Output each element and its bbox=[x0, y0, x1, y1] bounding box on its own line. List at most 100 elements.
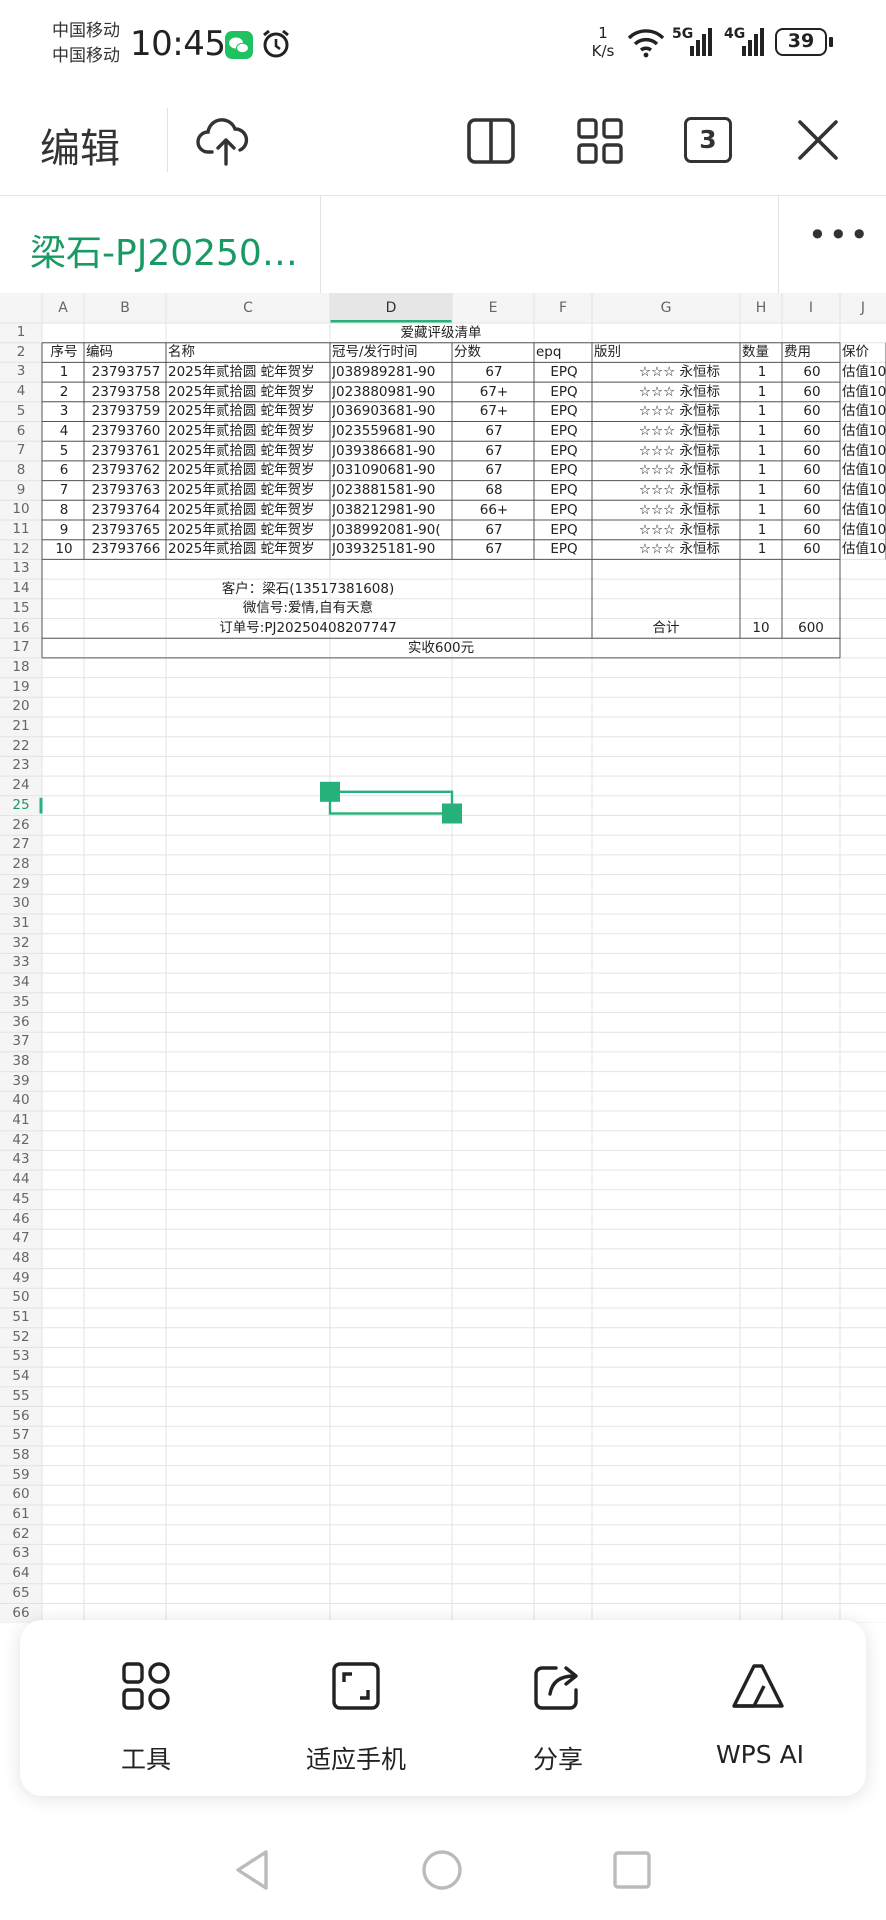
row-header[interactable]: 2 bbox=[0, 343, 42, 362]
row-header[interactable]: 11 bbox=[0, 520, 42, 539]
spreadsheet[interactable]: A B C D E F G H I J 1 2 3 4 5 6 7 8 9 10 11 12 13 14 15 16 17 18 19 2… bbox=[0, 293, 886, 1623]
table-cell[interactable]: 23793757 bbox=[86, 363, 166, 382]
table-cell[interactable]: 1 bbox=[742, 461, 782, 480]
table-cell[interactable]: 23793765 bbox=[86, 521, 166, 540]
table-cell[interactable]: 7 bbox=[44, 481, 84, 500]
table-cell[interactable]: J038212981-90 bbox=[332, 501, 452, 520]
table-cell[interactable]: 估值10 bbox=[842, 461, 886, 480]
grid-view-icon[interactable] bbox=[576, 117, 624, 169]
row-header[interactable]: 62 bbox=[0, 1525, 42, 1544]
sheet-title-cell[interactable]: 爱藏评级清单 bbox=[42, 324, 840, 343]
row-header[interactable]: 49 bbox=[0, 1269, 42, 1288]
back-icon[interactable] bbox=[232, 1848, 272, 1896]
table-cell[interactable]: 67 bbox=[454, 521, 534, 540]
sheet-cells[interactable]: A B C D E F G H I J 1 2 3 4 5 6 7 8 9 10 11 12 13 14 15 16 17 18 19 2… bbox=[0, 293, 886, 1623]
table-cell[interactable]: 23793764 bbox=[86, 501, 166, 520]
table-cell[interactable]: 1 bbox=[742, 402, 782, 421]
column-header[interactable]: A bbox=[42, 299, 84, 318]
more-options-button[interactable]: ••• bbox=[808, 216, 871, 254]
file-title-tab[interactable]: 梁石-PJ20250… bbox=[30, 224, 298, 276]
table-cell[interactable]: 估值10 bbox=[842, 402, 886, 421]
row-header[interactable]: 53 bbox=[0, 1347, 42, 1366]
row-header[interactable]: 56 bbox=[0, 1407, 42, 1426]
table-cell[interactable]: 1 bbox=[742, 422, 782, 441]
row-header[interactable]: 10 bbox=[0, 500, 42, 519]
table-cell[interactable]: 2025年贰拾圆 蛇年贺岁 bbox=[168, 442, 330, 461]
table-cell[interactable]: 23793761 bbox=[86, 442, 166, 461]
close-icon[interactable] bbox=[794, 116, 842, 168]
table-header-cell[interactable]: 名称 bbox=[168, 343, 330, 362]
table-cell[interactable]: ☆☆☆ 永恒标 bbox=[592, 540, 720, 559]
table-cell[interactable]: ☆☆☆ 永恒标 bbox=[592, 481, 720, 500]
row-header[interactable]: 40 bbox=[0, 1091, 42, 1110]
table-cell[interactable]: J039386681-90 bbox=[332, 442, 452, 461]
row-header[interactable]: 32 bbox=[0, 934, 42, 953]
row-header[interactable]: 39 bbox=[0, 1072, 42, 1091]
row-header[interactable]: 48 bbox=[0, 1249, 42, 1268]
row-header[interactable]: 55 bbox=[0, 1387, 42, 1406]
table-cell[interactable]: 23793762 bbox=[86, 461, 166, 480]
row-header[interactable]: 50 bbox=[0, 1288, 42, 1307]
table-cell[interactable]: 2025年贰拾圆 蛇年贺岁 bbox=[168, 501, 330, 520]
table-cell[interactable]: 6 bbox=[44, 461, 84, 480]
row-header[interactable]: 15 bbox=[0, 599, 42, 618]
row-header[interactable]: 18 bbox=[0, 658, 42, 677]
row-header[interactable]: 1 bbox=[0, 323, 42, 342]
row-header[interactable]: 25 bbox=[0, 796, 42, 815]
row-header[interactable]: 41 bbox=[0, 1111, 42, 1130]
table-cell[interactable]: 60 bbox=[784, 442, 840, 461]
table-cell[interactable]: 60 bbox=[784, 422, 840, 441]
table-cell[interactable]: 2025年贰拾圆 蛇年贺岁 bbox=[168, 540, 330, 559]
table-cell[interactable]: EPQ bbox=[536, 442, 592, 461]
table-cell[interactable]: 67 bbox=[454, 540, 534, 559]
table-cell[interactable]: 60 bbox=[784, 383, 840, 402]
row-header[interactable]: 52 bbox=[0, 1328, 42, 1347]
order-number-cell[interactable]: 订单号:PJ20250408207747 bbox=[42, 619, 574, 638]
row-header[interactable]: 45 bbox=[0, 1190, 42, 1209]
table-cell[interactable]: EPQ bbox=[536, 363, 592, 382]
row-header[interactable]: 7 bbox=[0, 441, 42, 460]
table-cell[interactable]: 23793759 bbox=[86, 402, 166, 421]
table-cell[interactable]: 1 bbox=[742, 501, 782, 520]
row-header[interactable]: 30 bbox=[0, 894, 42, 913]
table-cell[interactable]: ☆☆☆ 永恒标 bbox=[592, 461, 720, 480]
table-cell[interactable]: 估值10 bbox=[842, 422, 886, 441]
row-header[interactable]: 36 bbox=[0, 1013, 42, 1032]
received-cell[interactable]: 实收600元 bbox=[42, 639, 840, 658]
row-header[interactable]: 57 bbox=[0, 1426, 42, 1445]
row-header[interactable]: 23 bbox=[0, 756, 42, 775]
table-cell[interactable]: ☆☆☆ 永恒标 bbox=[592, 501, 720, 520]
table-cell[interactable]: 8 bbox=[44, 501, 84, 520]
row-header[interactable]: 42 bbox=[0, 1131, 42, 1150]
table-cell[interactable]: 23793763 bbox=[86, 481, 166, 500]
table-cell[interactable]: EPQ bbox=[536, 501, 592, 520]
row-header[interactable]: 16 bbox=[0, 619, 42, 638]
table-cell[interactable]: 23793766 bbox=[86, 540, 166, 559]
table-cell[interactable]: 2025年贰拾圆 蛇年贺岁 bbox=[168, 363, 330, 382]
table-cell[interactable]: 60 bbox=[784, 540, 840, 559]
table-cell[interactable]: 4 bbox=[44, 422, 84, 441]
row-header[interactable]: 6 bbox=[0, 422, 42, 441]
row-header[interactable]: 61 bbox=[0, 1505, 42, 1524]
table-cell[interactable]: J031090681-90 bbox=[332, 461, 452, 480]
total-label-cell[interactable]: 合计 bbox=[592, 619, 740, 638]
table-header-cell[interactable]: 数量 bbox=[742, 343, 782, 362]
table-cell[interactable]: EPQ bbox=[536, 402, 592, 421]
table-header-cell[interactable]: 编码 bbox=[86, 343, 166, 362]
table-cell[interactable]: 1 bbox=[44, 363, 84, 382]
fit-phone-button[interactable]: 适应手机 bbox=[266, 1620, 446, 1796]
table-header-cell[interactable]: 序号 bbox=[44, 343, 84, 362]
column-header[interactable]: F bbox=[534, 299, 592, 318]
table-cell[interactable]: EPQ bbox=[536, 481, 592, 500]
table-header-cell[interactable]: 费用 bbox=[784, 343, 840, 362]
column-header[interactable]: H bbox=[740, 299, 782, 318]
table-header-cell[interactable]: 保价 bbox=[842, 343, 886, 362]
table-cell[interactable]: 60 bbox=[784, 481, 840, 500]
column-header[interactable]: I bbox=[782, 299, 840, 318]
table-cell[interactable]: 2025年贰拾圆 蛇年贺岁 bbox=[168, 521, 330, 540]
customer-cell[interactable]: 客户：梁石(13517381608) bbox=[42, 580, 574, 599]
row-header[interactable]: 63 bbox=[0, 1544, 42, 1563]
table-cell[interactable]: ☆☆☆ 永恒标 bbox=[592, 363, 720, 382]
table-cell[interactable]: 2025年贰拾圆 蛇年贺岁 bbox=[168, 461, 330, 480]
row-header[interactable]: 66 bbox=[0, 1604, 42, 1623]
